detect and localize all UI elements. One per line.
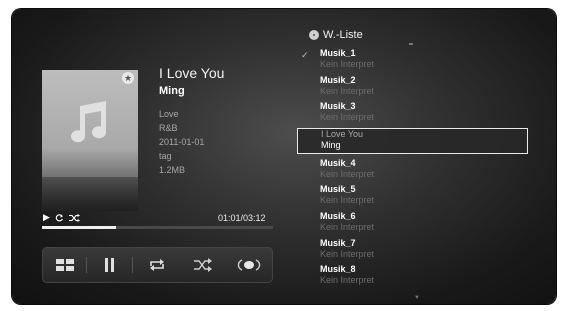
playlist-item[interactable]: Musik_3 Kein Interpret [320, 101, 530, 123]
divider [86, 257, 87, 273]
playlist-item-title: Musik_5 [320, 184, 356, 194]
song-artist: Ming [159, 85, 185, 97]
divider [132, 257, 133, 273]
playlist-item-artist: Kein Interpret [320, 169, 375, 179]
playback-time: 01:01/03:12 [218, 213, 266, 223]
play-icon: ▶ [43, 212, 50, 222]
music-player-window: ★ I Love You Ming Love R&B 2011-01-01 ta… [12, 9, 556, 304]
playlist-item[interactable]: Musik_4 Kein Interpret [320, 158, 530, 180]
playlist-item-title: Musik_4 [320, 158, 356, 168]
playlist-item[interactable]: Musik_5 Kein Interpret [320, 184, 530, 206]
scroll-up-indicator[interactable] [409, 43, 413, 45]
check-icon: ✓ [301, 50, 309, 60]
song-date: 2011-01-01 [159, 137, 205, 147]
song-title: I Love You [159, 65, 225, 81]
song-album: Love [159, 109, 179, 119]
playlist-item-selected[interactable]: I Love You Ming [297, 128, 528, 154]
control-bar [42, 247, 273, 283]
disc-icon [309, 30, 319, 40]
music-note-icon [71, 101, 107, 143]
playlist-item-title: Musik_3 [320, 101, 356, 111]
star-icon[interactable]: ★ [122, 72, 134, 84]
progress-fill [42, 226, 116, 229]
song-size: 1.2MB [159, 165, 186, 175]
album-art-reflection [42, 177, 138, 211]
shuffle-icon[interactable] [192, 257, 214, 273]
playlist-item-title: Musik_8 [320, 264, 356, 274]
playlist-item-artist: Kein Interpret [320, 59, 375, 69]
playlist-item-artist: Kein Interpret [320, 249, 375, 259]
playlist-item-artist: Kein Interpret [320, 112, 375, 122]
playlist-item[interactable]: Musik_6 Kein Interpret [320, 211, 530, 233]
playlist-item-artist: Kein Interpret [320, 222, 375, 232]
playlist-header: W.-Liste [309, 29, 363, 41]
playlist-item[interactable]: Musik_8 Kein Interpret [320, 264, 530, 286]
repeat-icon[interactable] [146, 257, 168, 273]
grid-icon[interactable] [54, 257, 76, 273]
playlist-item[interactable]: Musik_1 Kein Interpret [320, 48, 530, 70]
playlist-item-title: Musik_7 [320, 238, 356, 248]
playlist-item[interactable]: Musik_2 Kein Interpret [320, 75, 530, 97]
pause-icon[interactable] [98, 257, 120, 273]
playlist-item-title: I Love You [321, 129, 364, 139]
scroll-down-indicator[interactable]: ▼ [414, 295, 420, 301]
playlist-item-title: Musik_1 [320, 48, 356, 58]
progress-bar[interactable] [42, 226, 273, 229]
playback-status: ▶ [43, 212, 80, 223]
playlist-item-title: Musik_6 [320, 211, 356, 221]
surround-icon[interactable] [236, 257, 262, 273]
playlist-item[interactable]: Musik_7 Kein Interpret [320, 238, 530, 260]
shuffle-icon [68, 213, 80, 222]
playlist-item-artist: Kein Interpret [320, 195, 375, 205]
playlist-item-artist: Kein Interpret [320, 86, 375, 96]
song-genre: R&B [159, 123, 178, 133]
song-tag: tag [159, 151, 172, 161]
playlist-item-artist: Kein Interpret [320, 275, 375, 285]
album-art [42, 70, 138, 211]
playlist-item-title: Musik_2 [320, 75, 356, 85]
playlist-item-artist: Ming [321, 140, 341, 150]
repeat-icon [55, 213, 63, 221]
playlist-title: W.-Liste [323, 29, 363, 41]
